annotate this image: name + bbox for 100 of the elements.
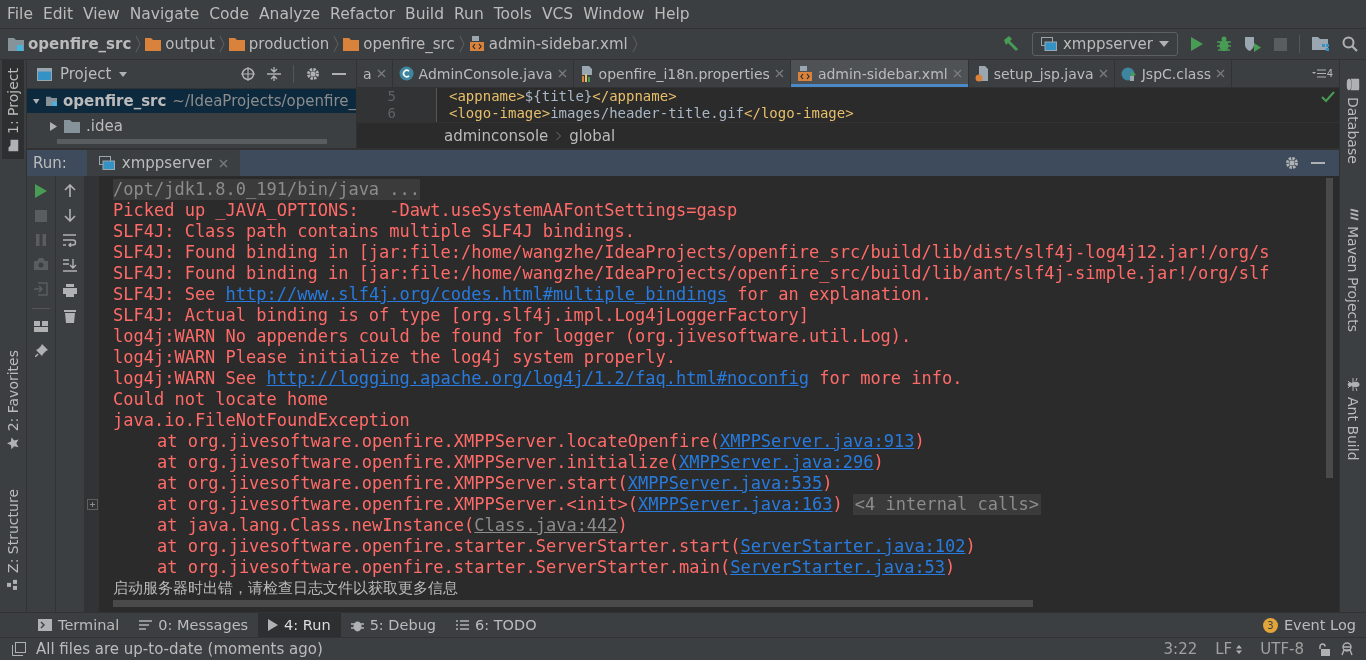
breadcrumb-item[interactable]: adminconsole [444, 126, 549, 145]
close-icon[interactable] [774, 69, 784, 79]
menu-item[interactable]: Code [204, 5, 254, 23]
console-link[interactable]: XMPPServer.java:535 [627, 473, 823, 494]
collapse-all-icon[interactable] [267, 67, 281, 81]
down-arrow-icon[interactable] [64, 209, 76, 222]
settings-icon[interactable] [1285, 156, 1299, 170]
checkmark-icon [1321, 91, 1335, 104]
tool-window-tab[interactable]: Terminal [28, 613, 130, 637]
scrollbar-thumb[interactable] [57, 139, 327, 144]
unlocked-icon[interactable] [1318, 642, 1330, 656]
close-icon[interactable] [1098, 69, 1108, 79]
expanded-arrow-icon[interactable] [33, 96, 40, 106]
menu-item[interactable]: Refactor [325, 5, 401, 23]
console-link[interactable]: XMPPServer.java:913 [719, 431, 915, 452]
menu-item[interactable]: View [77, 5, 125, 23]
editor-tab[interactable]: openfire_i18n.properties [573, 60, 791, 88]
caret-position[interactable]: 3:22 [1159, 640, 1202, 658]
console-link[interactable]: ServerStarter.java:53 [730, 557, 946, 578]
console-link[interactable]: XMPPServer.java:296 [679, 452, 874, 473]
scroll-to-end-icon[interactable] [63, 259, 77, 272]
window-icon[interactable] [12, 642, 26, 656]
trash-icon[interactable] [64, 309, 76, 323]
expand-fold-icon[interactable] [86, 499, 98, 510]
chevron-icon [458, 35, 465, 53]
menu-item[interactable]: Navigate [124, 5, 205, 23]
editor-tab[interactable]: JspC.class [1114, 60, 1232, 88]
breadcrumb-item[interactable]: production [228, 35, 330, 53]
run-configuration-dropdown[interactable]: xmppserver [1032, 32, 1178, 56]
menu-item[interactable]: VCS [536, 5, 579, 23]
run-icon[interactable] [35, 184, 47, 198]
menu-item[interactable]: Window [578, 5, 650, 23]
layout-icon[interactable] [34, 321, 48, 332]
tree-item[interactable]: openfire_src ~/IdeaProjects/openfire_ [27, 89, 356, 113]
editor-tab[interactable]: admin-sidebar.xml [790, 60, 969, 88]
up-arrow-icon[interactable] [64, 184, 76, 197]
event-log-button[interactable]: 3 Event Log [1252, 613, 1366, 637]
breadcrumb-item[interactable]: output [145, 35, 215, 53]
printer-icon[interactable] [63, 284, 77, 297]
close-icon[interactable] [376, 69, 386, 79]
menu-item[interactable]: Edit [37, 5, 78, 23]
encoding-selector[interactable]: UTF-8 [1256, 640, 1308, 658]
run-icon[interactable] [1190, 36, 1204, 52]
folded-calls-label[interactable]: <4 internal calls> [852, 494, 1041, 515]
status-message: All files are up-to-date (moments ago) [36, 640, 323, 658]
scrollbar-thumb[interactable] [113, 600, 1033, 607]
list-icon [456, 620, 470, 630]
settings-icon[interactable] [306, 67, 320, 81]
database-icon [1346, 78, 1360, 91]
close-icon[interactable] [218, 158, 228, 168]
close-icon[interactable] [557, 69, 567, 79]
breadcrumb-item[interactable]: openfire_src [8, 35, 132, 53]
console-link[interactable]: Class.java:442 [474, 515, 618, 536]
lines-icon [139, 620, 153, 630]
console-link[interactable]: ServerStarter.java:102 [740, 536, 966, 557]
console-link[interactable]: http://www.slf4j.org/codes.html#multiple_bindings [225, 284, 728, 305]
console-link[interactable]: http://logging.apache.org/log4j/1.2/faq.html#noconfig [266, 368, 809, 389]
close-icon[interactable] [1216, 69, 1225, 79]
pin-icon[interactable] [34, 344, 48, 357]
console-text: 启动服务器时出错，请检查日志文件以获取更多信息 [113, 578, 458, 599]
scrollbar-thumb[interactable] [1326, 178, 1333, 478]
tool-window-tab[interactable]: 0: Messages [129, 613, 259, 637]
tool-window-button[interactable]: Z: Structure [2, 481, 24, 598]
line-separator-selector[interactable]: LF [1211, 640, 1247, 658]
editor-tab[interactable]: a [357, 60, 393, 88]
tool-window-button[interactable]: Database [1342, 70, 1364, 172]
menu-item[interactable]: Tools [488, 5, 537, 23]
soft-wrap-icon[interactable] [63, 234, 77, 247]
target-icon[interactable] [241, 67, 255, 81]
caret-icon [1159, 41, 1169, 47]
coverage-icon[interactable] [1244, 36, 1262, 52]
search-icon[interactable] [1342, 36, 1358, 52]
tool-window-tab[interactable]: 4: Run [258, 613, 341, 637]
collapsed-arrow-icon[interactable] [49, 121, 58, 131]
menu-item[interactable]: Analyze [254, 5, 326, 23]
tool-window-button[interactable]: Maven Projects [1342, 201, 1364, 340]
menu-item[interactable]: File [2, 5, 38, 23]
tool-window-button[interactable]: 1: Project [2, 60, 24, 159]
folder-icon[interactable] [1312, 36, 1330, 52]
run-tab[interactable]: xmppserver [86, 150, 240, 176]
tool-window-tab[interactable]: 5: Debug [340, 613, 447, 637]
hammer-icon[interactable] [1002, 35, 1020, 53]
java-file-icon [974, 65, 989, 82]
tool-window-button[interactable]: Ant Build [1342, 369, 1364, 469]
editor-tab[interactable]: AdminConsole.java [392, 60, 574, 88]
breadcrumb-item[interactable]: openfire_src [343, 35, 455, 53]
menu-item[interactable]: Run [449, 5, 489, 23]
tool-window-button[interactable]: 2: Favorites [2, 341, 24, 458]
project-view-dropdown[interactable]: Project [37, 65, 128, 83]
bug-icon[interactable] [1216, 36, 1232, 52]
console-text: ) [914, 431, 925, 452]
menu-item[interactable]: Help [649, 5, 695, 23]
breadcrumb-item[interactable]: global [569, 126, 616, 145]
tree-item[interactable]: .idea [27, 113, 356, 139]
editor-tab[interactable]: setup_jsp.java [968, 60, 1115, 88]
console-link[interactable]: XMPPServer.java:163 [638, 494, 833, 515]
menu-item[interactable]: Build [400, 5, 449, 23]
breadcrumb-item[interactable]: admin-sidebar.xml [468, 35, 628, 53]
tool-window-tab[interactable]: 6: TODO [446, 613, 547, 637]
tab-overflow-button[interactable]: 4 [1305, 60, 1339, 88]
